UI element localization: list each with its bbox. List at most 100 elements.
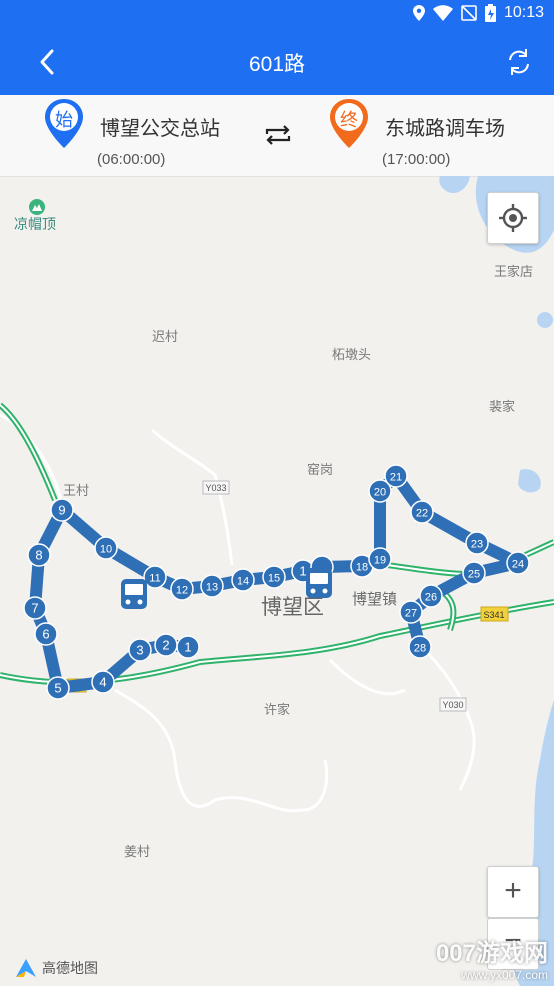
stop-number: 11: [149, 573, 160, 585]
zoom-in-button[interactable]: +: [487, 866, 539, 918]
stop-marker[interactable]: 2: [154, 633, 178, 657]
mountain-icon: [29, 199, 45, 215]
amap-logo-icon: [16, 959, 36, 977]
stop-number: 5: [54, 681, 61, 696]
stop-number: 1: [299, 564, 306, 579]
bus-vehicle[interactable]: [306, 568, 332, 598]
stop-marker[interactable]: 12: [170, 577, 194, 601]
stop-marker[interactable]: 4: [91, 670, 115, 694]
stop-number: 18: [356, 562, 368, 574]
stop-marker[interactable]: 1: [176, 635, 200, 659]
wifi-icon: [432, 5, 453, 21]
stop-number: 7: [31, 601, 38, 616]
district-label: 博望区: [261, 595, 324, 619]
place-label: 迟村: [152, 330, 178, 345]
crosshair-icon: [499, 204, 527, 232]
refresh-button[interactable]: [502, 45, 536, 79]
place-label: 柘墩头: [332, 348, 371, 363]
start-stop-name: 博望公交总站: [100, 116, 220, 140]
end-stop-name: 东城路调车场: [385, 116, 505, 140]
battery-icon: [484, 4, 496, 22]
water-body: [518, 469, 541, 493]
stop-marker[interactable]: 11: [143, 565, 167, 589]
status-bar: 10:13: [0, 0, 554, 28]
water-body: [537, 312, 553, 328]
swap-icon: [265, 125, 291, 145]
place-label: 窑岗: [307, 462, 333, 478]
stop-number: 20: [374, 487, 386, 499]
end-stop-time: (17:00:00): [382, 151, 451, 168]
app-bar: 601路: [0, 28, 554, 95]
place-label: 许家: [264, 702, 290, 718]
stop-number: 14: [237, 576, 249, 588]
attribution-text: 高德地图: [42, 961, 98, 977]
stop-number: 12: [176, 585, 188, 597]
place-label: 姜村: [124, 845, 150, 860]
stop-number: 3: [136, 643, 143, 658]
stop-number: 6: [42, 627, 49, 642]
road-label-y033: Y033: [205, 483, 226, 493]
stop-marker[interactable]: 23: [465, 531, 489, 555]
stop-marker[interactable]: 28: [408, 635, 432, 659]
watermark-title: 007游戏网: [435, 940, 548, 967]
place-label: 王家店: [494, 264, 533, 280]
stop-marker[interactable]: 22: [410, 500, 434, 524]
place-label: 裴家: [489, 399, 515, 415]
stop-marker[interactable]: 5: [46, 676, 70, 700]
stop-number: 10: [100, 544, 112, 556]
stop-number: 24: [512, 559, 524, 571]
page-title: 601路: [248, 53, 306, 76]
stop-number: 2: [162, 638, 169, 653]
stop-number: 15: [268, 573, 280, 585]
stop-marker[interactable]: 3: [128, 638, 152, 662]
stop-number: 8: [35, 548, 42, 563]
stop-number: 13: [206, 582, 218, 594]
stop-marker[interactable]: 6: [34, 622, 58, 646]
stop-marker[interactable]: 7: [23, 596, 47, 620]
route-endpoints-panel: 始 博望公交总站 (06:00:00) 终 东城路调车场 (17:00:00): [0, 95, 554, 177]
stop-marker[interactable]: 26: [419, 584, 443, 608]
bus-vehicle[interactable]: [121, 579, 147, 609]
stop-marker[interactable]: 24: [506, 551, 530, 575]
start-badge: 始: [55, 110, 73, 131]
bus-window: [310, 573, 328, 584]
stop-marker[interactable]: 21: [384, 464, 408, 488]
stop-marker[interactable]: 19: [368, 547, 392, 571]
refresh-icon: [509, 49, 529, 75]
swap-direction-button[interactable]: [262, 122, 294, 148]
stop-number: 9: [58, 503, 65, 518]
place-label: 博望镇: [352, 590, 397, 608]
map-attribution: 高德地图: [14, 957, 98, 979]
stop-marker[interactable]: 10: [94, 536, 118, 560]
map-canvas[interactable]: Y033 Y030 S341 4 5 凉帽顶 王家店 迟村 柘墩头 裴家 窑岗 王…: [0, 176, 554, 986]
place-label: 凉帽顶: [14, 217, 56, 233]
bus-wheel: [310, 588, 316, 594]
watermark: 007游戏网 www.yx007.com: [436, 933, 548, 982]
stop-marker[interactable]: 13: [200, 574, 224, 598]
stop-marker[interactable]: 15: [262, 565, 286, 589]
locate-button[interactable]: [487, 192, 539, 244]
stop-marker[interactable]: 27: [399, 600, 423, 624]
stop-number: 25: [468, 569, 480, 581]
start-stop-time: (06:00:00): [97, 151, 166, 168]
start-stop[interactable]: 始 博望公交总站 (06:00:00): [42, 95, 242, 176]
stop-marker[interactable]: 9: [50, 498, 74, 522]
bus-wheel: [137, 599, 143, 605]
stop-number: 21: [390, 472, 402, 484]
bus-window: [125, 584, 143, 595]
watermark-url: www.yx007.com: [461, 968, 548, 982]
water-body: [439, 176, 470, 194]
bus-wheel: [322, 588, 328, 594]
stop-marker[interactable]: 14: [231, 568, 255, 592]
stop-marker[interactable]: 8: [27, 543, 51, 567]
stop-number: 23: [471, 539, 483, 551]
stop-number: 1: [184, 640, 191, 655]
end-stop[interactable]: 终 东城路调车场 (17:00:00): [327, 95, 537, 176]
road-label-y030: Y030: [442, 700, 463, 710]
stop-number: 19: [374, 555, 386, 567]
stop-number: 4: [99, 675, 106, 690]
stop-marker[interactable]: 25: [462, 561, 486, 585]
route-map[interactable]: Y033 Y030 S341 4 5 凉帽顶 王家店 迟村 柘墩头 裴家 窑岗 王…: [0, 176, 554, 986]
end-badge: 终: [340, 110, 358, 131]
stop-number: 28: [414, 643, 426, 655]
